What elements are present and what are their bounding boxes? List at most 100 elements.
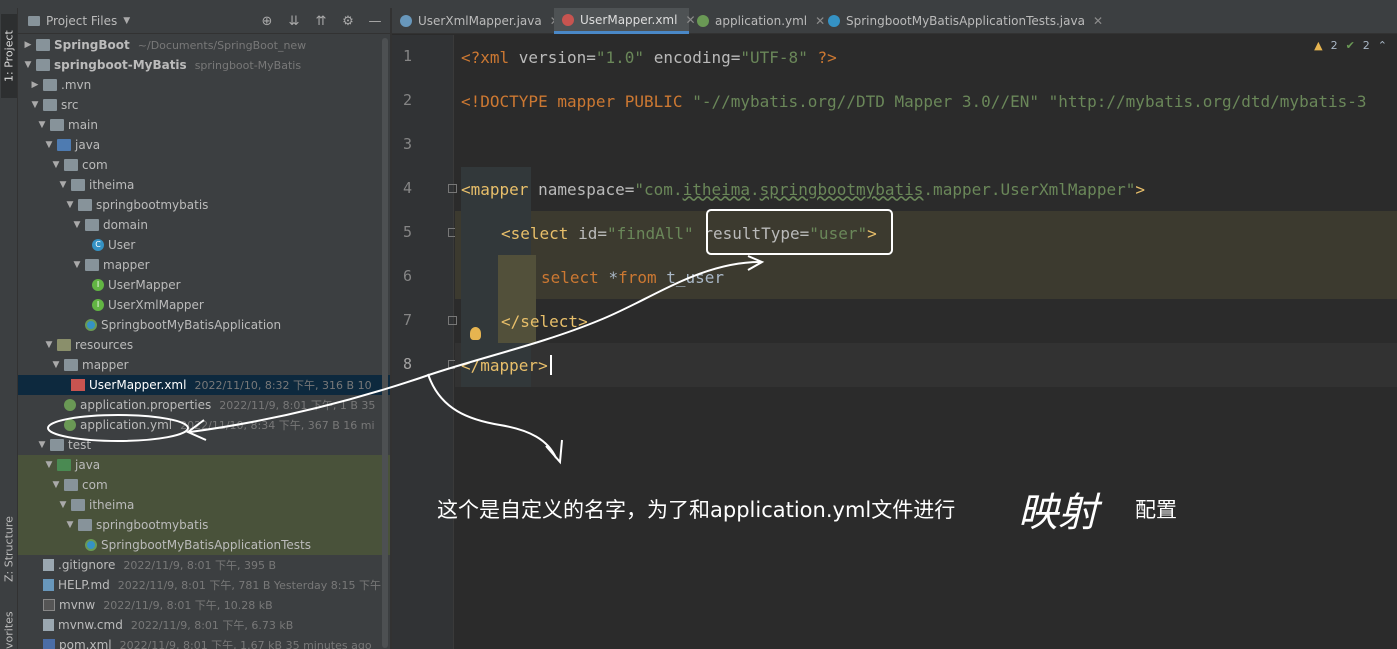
editor-tab[interactable]: SpringbootMyBatisApplicationTests.java ✕ [820,8,1103,34]
tree-item[interactable]: ▼ java [18,135,390,155]
tree-item[interactable]: ▼ com [18,155,390,175]
file-type-icon [697,15,709,27]
tree-item-label: resources [75,338,134,352]
tree-item[interactable]: HELP.md 2022/11/9, 8:01 下午, 781 B Yesterd… [18,575,390,595]
tree-item[interactable]: SpringbootMyBatisApplication [18,315,390,335]
chevron-down-icon[interactable]: ▼ [64,200,76,210]
target-icon[interactable]: ⊕ [258,12,276,30]
tree-item[interactable]: ▼ springbootmybatis [18,515,390,535]
term-icon [43,599,55,611]
chevron-right-icon[interactable]: ▶ [22,40,34,50]
editor-tab[interactable]: application.yml ✕ [689,8,825,34]
editor-tab[interactable]: UserXmlMapper.java✕ [392,8,560,34]
lightbulb-icon[interactable] [470,327,481,340]
token: "1.0" [595,47,645,67]
chevron-down-icon[interactable]: ▼ [43,140,55,150]
tree-item[interactable]: ▼ itheima [18,495,390,515]
token: t_user [656,267,725,287]
pkg-icon [64,159,78,171]
tree-item[interactable]: pom.xml 2022/11/9, 8:01 下午, 1.67 kB 35 mi… [18,635,390,649]
project-panel-tools: ⊕ ⇊ ⇈ ⚙ — [258,12,384,30]
editor-tab-bar: UserXmlMapper.java✕UserMapper.xml✕applic… [392,8,1397,34]
chevron-down-icon[interactable]: ▼ [43,340,55,350]
chevron-down-icon[interactable]: ▼ [64,520,76,530]
chevron-down-icon[interactable]: ▼ [50,360,62,370]
tree-item[interactable]: ▼ springbootmybatis [18,195,390,215]
chevron-down-icon[interactable]: ▼ [71,220,83,230]
chevron-down-icon[interactable]: ▼ [57,500,69,510]
token: = [799,223,810,243]
token: encoding [653,47,731,67]
project-tool-tab[interactable]: 1: Project [1,14,17,98]
warning-count: 2 [1330,39,1338,52]
fold-marker-icon[interactable] [448,316,457,325]
chevron-down-icon[interactable]: ▼ [29,100,41,110]
chevron-down-icon[interactable]: ▼ [71,260,83,270]
token: "http://mybatis.org/dtd/mybatis-3 [1048,91,1367,111]
chevron-right-icon[interactable]: ▶ [29,80,41,90]
favorites-tool-tab[interactable]: vorites [1,608,17,649]
chevron-down-icon[interactable]: ▼ [22,60,34,70]
project-scrollbar[interactable] [382,38,388,648]
tree-item-label: UserMapper.xml [89,378,187,392]
folder-icon [43,99,57,111]
tree-item[interactable]: ▼ springboot-MyBatis springboot-MyBatis [18,55,390,75]
tree-item[interactable]: ▼ domain [18,215,390,235]
tree-item[interactable]: ▶ SpringBoot ~/Documents/SpringBoot_new [18,35,390,55]
tree-item-meta: 2022/11/9, 8:01 下午, 10.28 kB [103,599,273,612]
tree-item[interactable]: ▶ .mvn [18,75,390,95]
folder-icon [36,59,50,71]
tree-item[interactable]: UserMapper.xml 2022/11/10, 8:32 下午, 316 B… [18,375,390,395]
fold-marker-icon[interactable] [448,184,457,193]
tree-item[interactable]: application.yml 2022/11/10, 8:34 下午, 367 … [18,415,390,435]
pkg-icon [78,199,92,211]
tree-item[interactable]: ▼ mapper [18,255,390,275]
chevron-down-icon[interactable]: ▼ [57,180,69,190]
editor-tab[interactable]: UserMapper.xml ✕ [554,8,696,34]
tree-item[interactable]: I UserXmlMapper [18,295,390,315]
tree-item[interactable]: mvnw.cmd 2022/11/9, 8:01 下午, 6.73 kB [18,615,390,635]
tree-item[interactable]: ▼ src [18,95,390,115]
inspection-widget[interactable]: ▲ 2 ✔ 2 ⌃ [1314,39,1387,52]
tree-item[interactable]: ▼ mapper [18,355,390,375]
tree-item[interactable]: C User [18,235,390,255]
code-editor[interactable]: 12345678 ▲ 2 ✔ 2 ⌃ <?xml version = "1.0" enc… [392,35,1397,649]
tree-item-meta: 2022/11/10, 8:32 下午, 316 B 10 [194,379,372,392]
tree-item[interactable]: ▼ resources [18,335,390,355]
tree-item[interactable]: SpringbootMyBatisApplicationTests [18,535,390,555]
tree-item[interactable]: I UserMapper [18,275,390,295]
minimize-icon[interactable]: — [366,12,384,30]
collapse-all-icon[interactable]: ⇈ [312,12,330,30]
chevron-down-icon[interactable]: ▼ [43,460,55,470]
chevron-down-icon[interactable]: ▼ [50,160,62,170]
line-number: 6 [402,267,412,285]
left-tool-strip: 1: Project Z: Structure vorites [0,8,18,649]
structure-tool-tab[interactable]: Z: Structure [1,508,17,590]
gear-icon[interactable]: ⚙ [339,12,357,30]
tree-item[interactable]: .gitignore 2022/11/9, 8:01 下午, 395 B [18,555,390,575]
token: "user" [809,223,868,243]
project-view-selector[interactable]: Project Files ▼ [28,14,130,28]
project-tree: ▶ SpringBoot ~/Documents/SpringBoot_new ▼ sp… [18,34,390,649]
pkg-icon [64,479,78,491]
chevron-down-icon[interactable]: ▼ [50,480,62,490]
tree-item[interactable]: ▼ test [18,435,390,455]
tree-item[interactable]: application.properties 2022/11/9, 8:01 下午… [18,395,390,415]
chevron-down-icon[interactable]: ▼ [36,440,48,450]
expand-all-icon[interactable]: ⇊ [285,12,303,30]
tree-item[interactable]: ▼ main [18,115,390,135]
tree-item[interactable]: mvnw 2022/11/9, 8:01 下午, 10.28 kB [18,595,390,615]
editor-tab-label: UserXmlMapper.java [418,14,542,28]
tree-item[interactable]: ▼ com [18,475,390,495]
token: </select> [501,311,588,331]
token: = [586,47,596,67]
close-icon[interactable]: ✕ [1093,14,1103,28]
chevron-down-icon[interactable]: ▼ [36,120,48,130]
folder-icon [43,79,57,91]
tree-item[interactable]: ▼ java [18,455,390,475]
tree-item[interactable]: ▼ itheima [18,175,390,195]
tree-item-label: test [68,438,92,452]
chevron-up-icon[interactable]: ⌃ [1378,39,1387,52]
